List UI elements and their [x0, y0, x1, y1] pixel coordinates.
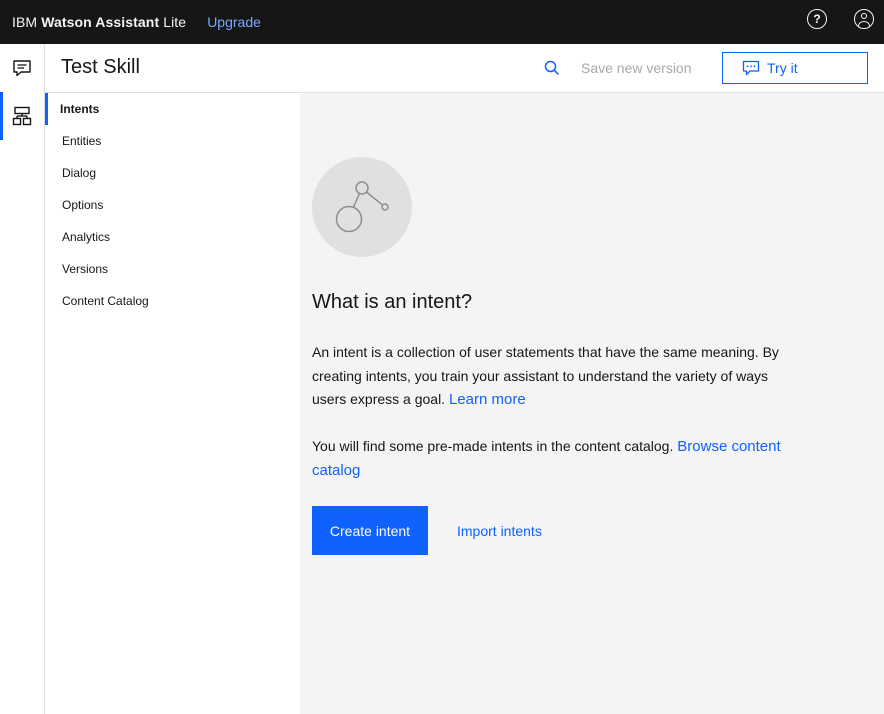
nav-item-dialog[interactable]: Dialog: [45, 157, 300, 189]
import-intents-link[interactable]: Import intents: [457, 523, 542, 539]
catalog-description: You will find some pre-made intents in t…: [312, 438, 781, 479]
left-rail: [0, 44, 45, 714]
save-new-version-button[interactable]: Save new version: [581, 60, 692, 76]
nav-item-versions[interactable]: Versions: [45, 253, 300, 285]
chat-icon: [742, 60, 760, 76]
create-intent-button[interactable]: Create intent: [312, 506, 428, 555]
intent-graph-icon: [335, 181, 389, 233]
nav-item-intents[interactable]: Intents: [45, 93, 300, 125]
user-icon[interactable]: [854, 9, 874, 29]
learn-more-link[interactable]: Learn more: [449, 391, 526, 408]
search-icon[interactable]: [544, 60, 560, 76]
section-heading: What is an intent?: [312, 291, 473, 313]
skills-icon: [12, 106, 32, 126]
app-title: IBM Watson Assistant Lite: [12, 14, 187, 30]
skill-header: Test Skill Save new version Try it: [45, 44, 884, 93]
rail-skills-button[interactable]: [0, 92, 44, 140]
try-it-button[interactable]: Try it: [722, 52, 868, 84]
nav-item-options[interactable]: Options: [45, 189, 300, 221]
intent-description: An intent is a collection of user statem…: [312, 344, 779, 408]
top-bar: IBM Watson Assistant Lite Upgrade ?: [0, 0, 884, 44]
nav-item-entities[interactable]: Entities: [45, 125, 300, 157]
skill-nav: Intents Entities Dialog Options Analytic…: [45, 93, 300, 714]
page-title: Test Skill: [61, 56, 140, 78]
help-icon[interactable]: ?: [807, 9, 827, 29]
try-it-label: Try it: [767, 60, 798, 76]
upgrade-link[interactable]: Upgrade: [207, 14, 261, 30]
nav-item-analytics[interactable]: Analytics: [45, 221, 300, 253]
intents-empty-state: What is an intent? An intent is a collec…: [300, 93, 884, 714]
rail-chat-button[interactable]: [0, 44, 44, 92]
chat-icon: [13, 60, 31, 77]
nav-item-content-catalog[interactable]: Content Catalog: [45, 285, 300, 317]
intent-illustration: [312, 157, 412, 257]
